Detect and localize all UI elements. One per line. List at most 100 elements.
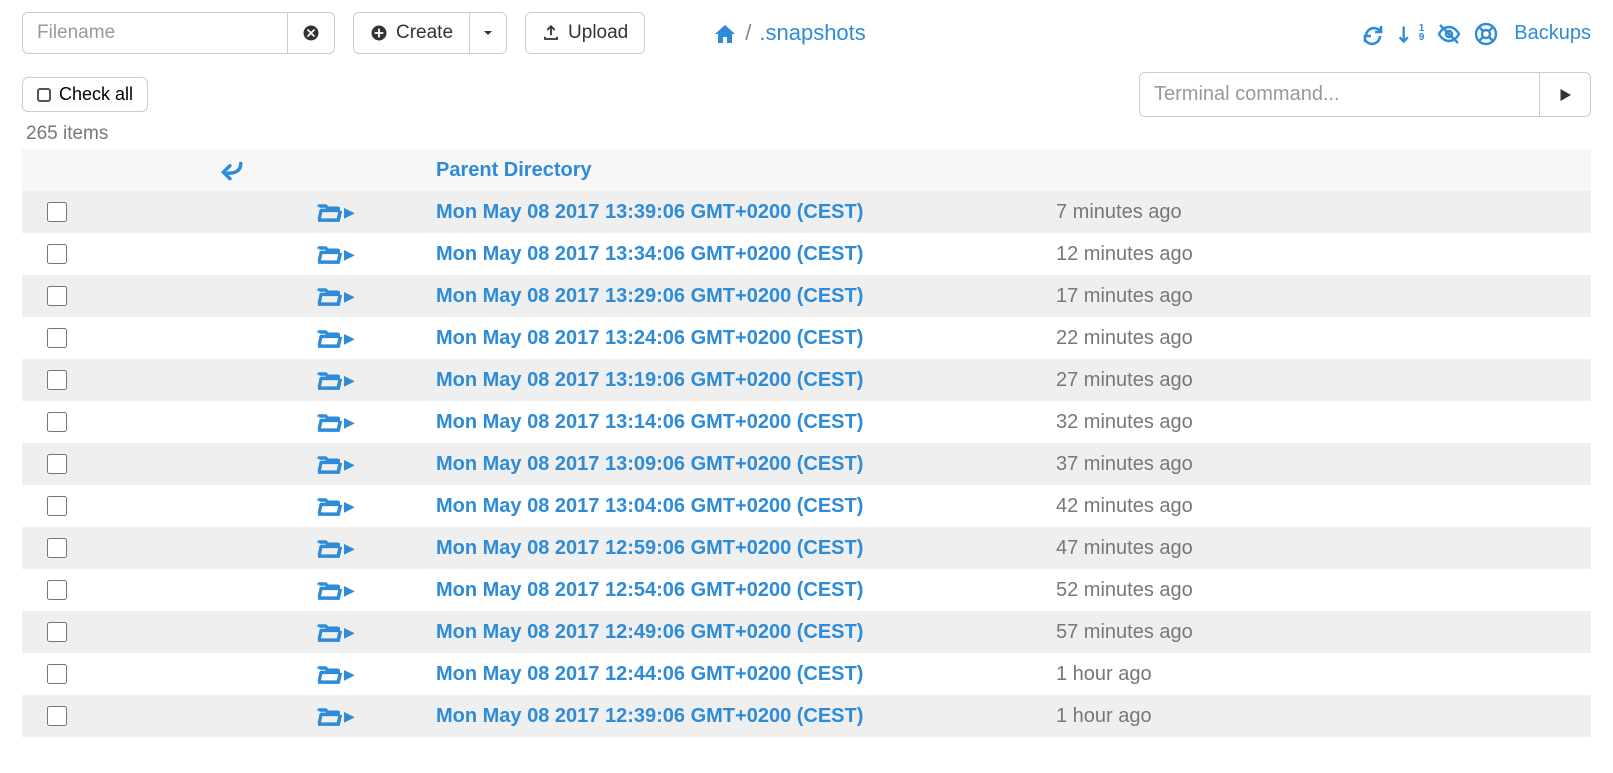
list-item: ▶ Mon May 08 2017 13:14:06 GMT+0200 (CES… bbox=[22, 401, 1591, 443]
sort-indicator: 19 bbox=[1419, 24, 1425, 42]
list-item: ▶ Mon May 08 2017 12:54:06 GMT+0200 (CES… bbox=[22, 569, 1591, 611]
snapshot-age: 7 minutes ago bbox=[1056, 201, 1587, 224]
row-checkbox[interactable] bbox=[47, 286, 67, 306]
list-item: ▶ Mon May 08 2017 13:04:06 GMT+0200 (CES… bbox=[22, 485, 1591, 527]
snapshot-name-link[interactable]: Mon May 08 2017 13:39:06 GMT+0200 (CEST) bbox=[436, 201, 863, 223]
parent-directory-row[interactable]: Parent Directory bbox=[22, 149, 1591, 191]
terminal-input[interactable] bbox=[1139, 72, 1539, 117]
check-all-label: Check all bbox=[59, 84, 133, 105]
folder-open-icon[interactable]: ▶ bbox=[316, 493, 355, 519]
row-checkbox[interactable] bbox=[47, 622, 67, 642]
view-tools: 19 Backups bbox=[1361, 20, 1591, 46]
snapshot-name-link[interactable]: Mon May 08 2017 13:24:06 GMT+0200 (CEST) bbox=[436, 327, 863, 349]
back-arrow-icon bbox=[216, 157, 246, 183]
breadcrumb-separator: / bbox=[745, 20, 751, 46]
row-checkbox[interactable] bbox=[47, 538, 67, 558]
checkbox-outline-icon bbox=[37, 88, 51, 102]
snapshot-name-link[interactable]: Mon May 08 2017 13:09:06 GMT+0200 (CEST) bbox=[436, 453, 863, 475]
upload-icon bbox=[542, 22, 560, 44]
terminal-run-button[interactable] bbox=[1539, 72, 1591, 117]
snapshot-age: 57 minutes ago bbox=[1056, 621, 1587, 644]
create-button[interactable]: Create bbox=[353, 12, 469, 54]
folder-open-icon[interactable]: ▶ bbox=[316, 577, 355, 603]
caret-right-icon: ▶ bbox=[344, 330, 355, 347]
folder-open-icon[interactable]: ▶ bbox=[316, 619, 355, 645]
folder-open-icon[interactable]: ▶ bbox=[316, 409, 355, 435]
row-checkbox[interactable] bbox=[47, 412, 67, 432]
caret-right-icon: ▶ bbox=[344, 666, 355, 683]
list-item: ▶ Mon May 08 2017 12:39:06 GMT+0200 (CES… bbox=[22, 695, 1591, 737]
backups-link[interactable]: Backups bbox=[1514, 22, 1591, 45]
caret-right-icon: ▶ bbox=[344, 414, 355, 431]
sort-button[interactable]: 19 bbox=[1397, 20, 1425, 46]
snapshot-age: 52 minutes ago bbox=[1056, 579, 1587, 602]
create-dropdown-toggle[interactable] bbox=[469, 12, 507, 54]
snapshot-name-link[interactable]: Mon May 08 2017 13:04:06 GMT+0200 (CEST) bbox=[436, 495, 863, 517]
list-item: ▶ Mon May 08 2017 13:39:06 GMT+0200 (CES… bbox=[22, 191, 1591, 233]
toggle-hidden-icon[interactable] bbox=[1436, 20, 1462, 46]
folder-open-icon[interactable]: ▶ bbox=[316, 367, 355, 393]
folder-open-icon[interactable]: ▶ bbox=[316, 451, 355, 477]
snapshot-name-link[interactable]: Mon May 08 2017 13:34:06 GMT+0200 (CEST) bbox=[436, 243, 863, 265]
snapshot-age: 42 minutes ago bbox=[1056, 495, 1587, 518]
folder-open-icon[interactable]: ▶ bbox=[316, 199, 355, 225]
breadcrumb-current[interactable]: .snapshots bbox=[759, 20, 865, 46]
caret-right-icon: ▶ bbox=[344, 246, 355, 263]
caret-down-icon bbox=[482, 22, 494, 44]
create-button-label: Create bbox=[396, 22, 453, 44]
refresh-icon[interactable] bbox=[1361, 20, 1385, 46]
row-checkbox[interactable] bbox=[47, 454, 67, 474]
snapshot-name-link[interactable]: Mon May 08 2017 12:39:06 GMT+0200 (CEST) bbox=[436, 705, 863, 727]
row-checkbox[interactable] bbox=[47, 328, 67, 348]
row-checkbox[interactable] bbox=[47, 244, 67, 264]
check-all-button[interactable]: Check all bbox=[22, 77, 148, 112]
snapshot-age: 1 hour ago bbox=[1056, 705, 1587, 728]
caret-right-icon: ▶ bbox=[344, 624, 355, 641]
upload-button[interactable]: Upload bbox=[525, 12, 645, 54]
folder-open-icon[interactable]: ▶ bbox=[316, 325, 355, 351]
folder-open-icon[interactable]: ▶ bbox=[316, 283, 355, 309]
folder-open-icon[interactable]: ▶ bbox=[316, 661, 355, 687]
folder-open-icon[interactable]: ▶ bbox=[316, 241, 355, 267]
snapshot-age: 22 minutes ago bbox=[1056, 327, 1587, 350]
caret-right-icon: ▶ bbox=[344, 498, 355, 515]
upload-button-label: Upload bbox=[568, 22, 628, 44]
snapshot-name-link[interactable]: Mon May 08 2017 13:19:06 GMT+0200 (CEST) bbox=[436, 369, 863, 391]
snapshot-name-link[interactable]: Mon May 08 2017 12:49:06 GMT+0200 (CEST) bbox=[436, 621, 863, 643]
list-item: ▶ Mon May 08 2017 12:59:06 GMT+0200 (CES… bbox=[22, 527, 1591, 569]
caret-right-icon: ▶ bbox=[344, 540, 355, 557]
terminal-command-group bbox=[1139, 72, 1591, 117]
snapshot-age: 1 hour ago bbox=[1056, 663, 1587, 686]
breadcrumb: / .snapshots bbox=[713, 20, 866, 46]
row-checkbox[interactable] bbox=[47, 706, 67, 726]
clear-icon bbox=[302, 22, 320, 44]
snapshot-name-link[interactable]: Mon May 08 2017 12:59:06 GMT+0200 (CEST) bbox=[436, 537, 863, 559]
list-item: ▶ Mon May 08 2017 13:09:06 GMT+0200 (CES… bbox=[22, 443, 1591, 485]
snapshot-age: 27 minutes ago bbox=[1056, 369, 1587, 392]
folder-open-icon[interactable]: ▶ bbox=[316, 535, 355, 561]
folder-open-icon[interactable]: ▶ bbox=[316, 703, 355, 729]
list-item: ▶ Mon May 08 2017 12:49:06 GMT+0200 (CES… bbox=[22, 611, 1591, 653]
parent-directory-label[interactable]: Parent Directory bbox=[436, 159, 592, 181]
row-checkbox[interactable] bbox=[47, 202, 67, 222]
filename-input[interactable] bbox=[22, 12, 287, 54]
breadcrumb-home[interactable] bbox=[713, 20, 737, 46]
row-checkbox[interactable] bbox=[47, 370, 67, 390]
row-checkbox[interactable] bbox=[47, 580, 67, 600]
snapshot-age: 32 minutes ago bbox=[1056, 411, 1587, 434]
life-ring-icon[interactable] bbox=[1474, 20, 1498, 46]
row-checkbox[interactable] bbox=[47, 496, 67, 516]
row-checkbox[interactable] bbox=[47, 664, 67, 684]
snapshot-name-link[interactable]: Mon May 08 2017 13:14:06 GMT+0200 (CEST) bbox=[436, 411, 863, 433]
list-item: ▶ Mon May 08 2017 13:24:06 GMT+0200 (CES… bbox=[22, 317, 1591, 359]
list-item: ▶ Mon May 08 2017 13:29:06 GMT+0200 (CES… bbox=[22, 275, 1591, 317]
list-item: ▶ Mon May 08 2017 13:34:06 GMT+0200 (CES… bbox=[22, 233, 1591, 275]
snapshot-name-link[interactable]: Mon May 08 2017 12:44:06 GMT+0200 (CEST) bbox=[436, 663, 863, 685]
caret-right-icon: ▶ bbox=[344, 204, 355, 221]
snapshot-name-link[interactable]: Mon May 08 2017 13:29:06 GMT+0200 (CEST) bbox=[436, 285, 863, 307]
clear-filename-button[interactable] bbox=[287, 12, 335, 54]
snapshot-name-link[interactable]: Mon May 08 2017 12:54:06 GMT+0200 (CEST) bbox=[436, 579, 863, 601]
caret-right-icon: ▶ bbox=[344, 288, 355, 305]
snapshot-age: 37 minutes ago bbox=[1056, 453, 1587, 476]
play-icon bbox=[1556, 83, 1574, 106]
